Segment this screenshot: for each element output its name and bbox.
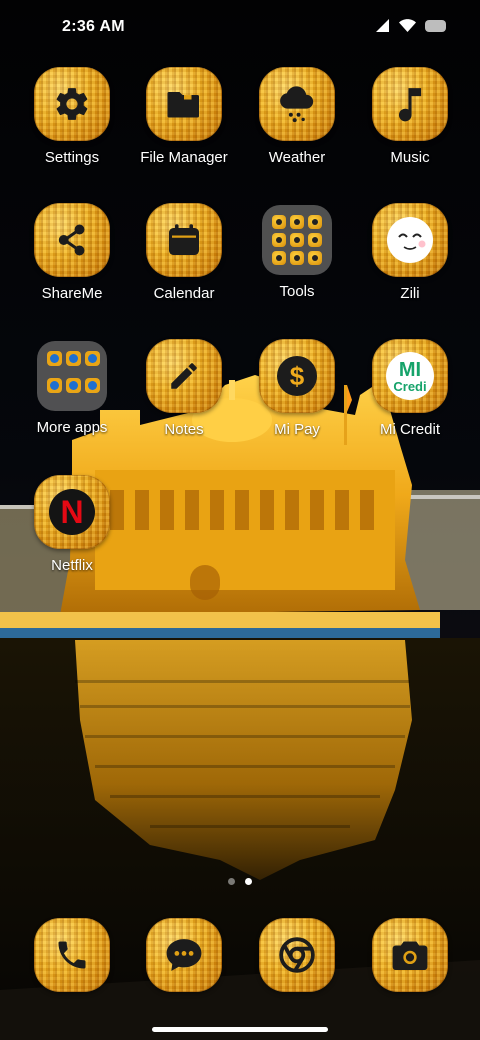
- dock-chrome[interactable]: [237, 918, 357, 992]
- app-label: Mi Pay: [274, 421, 320, 438]
- dock: [0, 918, 480, 998]
- folder-preview: [37, 341, 107, 411]
- battery-icon: [425, 19, 446, 32]
- smiley-face-icon: [372, 203, 448, 277]
- mini-app-icon: [47, 351, 62, 366]
- app-label: Settings: [44, 149, 100, 166]
- mini-app-icon: [308, 233, 322, 247]
- mini-app-icon: [47, 378, 62, 393]
- chrome-icon: [259, 918, 335, 992]
- status-time: 2:36 AM: [62, 18, 125, 35]
- app-shareme[interactable]: ShareMe: [12, 203, 132, 303]
- app-label: Mi Credit: [379, 421, 440, 438]
- mini-app-icon: [85, 378, 100, 393]
- music-note-icon: [372, 67, 448, 141]
- calendar-icon: [146, 203, 222, 277]
- mini-app-icon: [66, 351, 81, 366]
- dock-camera[interactable]: [350, 918, 470, 992]
- app-netflix[interactable]: N Netflix: [12, 475, 132, 575]
- netflix-n: N: [60, 494, 84, 530]
- dock-messages[interactable]: [124, 918, 244, 992]
- camera-icon: [372, 918, 448, 992]
- app-notes[interactable]: Notes: [124, 339, 244, 439]
- app-zili[interactable]: Zili: [350, 203, 470, 303]
- mini-app-icon: [85, 351, 100, 366]
- mini-app-icon: [308, 251, 322, 265]
- folder-more-apps[interactable]: More apps: [12, 339, 132, 437]
- app-label: Tools: [279, 283, 315, 300]
- app-label: Notes: [164, 421, 204, 438]
- app-label: File Manager: [140, 149, 228, 166]
- page-dot[interactable]: [228, 878, 235, 885]
- status-bar: 2:36 AM: [0, 0, 480, 56]
- netflix-logo: N: [34, 475, 110, 549]
- folder-tools[interactable]: Tools: [237, 203, 357, 301]
- svg-text:$: $: [290, 361, 305, 391]
- app-mi-pay[interactable]: $ Mi Pay: [237, 339, 357, 439]
- phone-icon: [34, 918, 110, 992]
- logo-mi-text: MI: [398, 359, 422, 381]
- mini-app-icon: [308, 215, 322, 229]
- app-label: Weather: [268, 149, 326, 166]
- mini-app-icon: [272, 251, 286, 265]
- app-label: ShareMe: [41, 285, 103, 302]
- mini-app-icon: [290, 215, 304, 229]
- app-weather[interactable]: Weather: [237, 67, 357, 167]
- mini-app-icon: [290, 233, 304, 247]
- app-mi-credit[interactable]: MI Credi Mi Credit: [350, 339, 470, 439]
- app-music[interactable]: Music: [350, 67, 470, 167]
- logo-circle: MI Credi: [386, 352, 434, 400]
- app-label: Music: [390, 149, 430, 166]
- share-icon: [34, 203, 110, 277]
- cloud-rain-icon: [259, 67, 335, 141]
- dollar-icon: $: [259, 339, 335, 413]
- status-icons: [376, 19, 446, 32]
- signal-icon: [376, 19, 389, 32]
- app-file-manager[interactable]: File Manager: [124, 67, 244, 167]
- dock-phone[interactable]: [12, 918, 132, 992]
- app-label: Calendar: [153, 285, 215, 302]
- gesture-nav-handle[interactable]: [152, 1027, 328, 1032]
- page-indicator: [0, 878, 480, 885]
- logo-circle: N: [49, 489, 95, 535]
- gear-icon: [34, 67, 110, 141]
- app-settings[interactable]: Settings: [12, 67, 132, 167]
- folder-icon: [146, 67, 222, 141]
- app-label: More apps: [36, 419, 108, 436]
- mini-app-icon: [66, 378, 81, 393]
- mi-credit-logo: MI Credi: [372, 339, 448, 413]
- logo-credit-text: Credi: [393, 379, 427, 394]
- page-dot-active[interactable]: [245, 878, 252, 885]
- app-label: Netflix: [51, 557, 93, 574]
- folder-preview: [262, 205, 332, 275]
- messages-icon: [146, 918, 222, 992]
- mini-app-icon: [290, 251, 304, 265]
- wifi-icon: [399, 19, 416, 32]
- pencil-icon: [146, 339, 222, 413]
- face-circle: [387, 217, 433, 263]
- mini-app-icon: [272, 233, 286, 247]
- mini-app-icon: [272, 215, 286, 229]
- app-calendar[interactable]: Calendar: [124, 203, 244, 303]
- app-label: Zili: [400, 285, 420, 302]
